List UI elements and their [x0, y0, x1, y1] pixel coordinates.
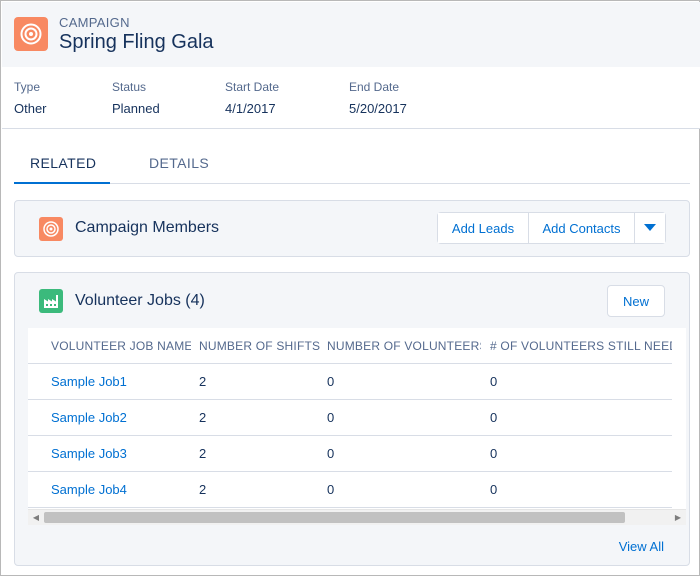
scroll-right-icon[interactable]: ▶: [670, 510, 686, 525]
field-label: Start Date: [225, 80, 280, 94]
highlights-panel: Type Other Status Planned Start Date 4/1…: [2, 67, 700, 129]
campaign-members-card: Campaign Members Add Leads Add Contacts: [14, 200, 690, 257]
object-type-label: CAMPAIGN: [59, 15, 130, 30]
add-contacts-button[interactable]: Add Contacts: [528, 213, 634, 243]
scroll-left-icon[interactable]: ◀: [28, 510, 44, 525]
target-icon: [39, 217, 63, 241]
new-button[interactable]: New: [607, 285, 665, 317]
card-title: Volunteer Jobs (4): [75, 292, 205, 309]
record-header: CAMPAIGN Spring Fling Gala: [2, 2, 700, 67]
job-name-link[interactable]: Sample Job1: [51, 364, 191, 400]
record-page: CAMPAIGN Spring Fling Gala Type Other St…: [0, 0, 700, 576]
job-name-link[interactable]: Sample Job4: [51, 472, 191, 508]
tab-bar: RELATED DETAILS: [14, 141, 690, 184]
chevron-down-icon: [644, 224, 656, 231]
campaign-members-actions: Add Leads Add Contacts: [437, 212, 666, 244]
target-icon: [14, 17, 48, 51]
shifts-cell: 2: [199, 374, 207, 389]
view-all-link[interactable]: View All: [619, 539, 664, 554]
table-row: Sample Job1 2 0 0: [28, 364, 672, 400]
tab-details[interactable]: DETAILS: [149, 141, 209, 184]
field-value: Planned: [112, 101, 160, 116]
column-header[interactable]: VOLUNTEER JOB NAME: [51, 328, 191, 364]
table-row: Sample Job2 2 0 0: [28, 400, 672, 436]
add-leads-button[interactable]: Add Leads: [438, 213, 528, 243]
column-header[interactable]: NUMBER OF SHIFTS: [199, 328, 321, 364]
horizontal-scrollbar[interactable]: ◀ ▶: [28, 509, 686, 525]
field-label: End Date: [349, 80, 400, 94]
table-row: Sample Job4 2 0 0: [28, 472, 672, 508]
column-header[interactable]: # OF VOLUNTEERS STILL NEED...: [490, 328, 672, 364]
volunteers-cell: 0: [327, 446, 335, 461]
still-needed-cell: 0: [490, 374, 498, 389]
table-header-row: VOLUNTEER JOB NAME NUMBER OF SHIFTS NUMB…: [28, 328, 672, 364]
shifts-cell: 2: [199, 482, 207, 497]
scroll-thumb[interactable]: [44, 512, 625, 523]
record-title: Spring Fling Gala: [59, 31, 214, 53]
volunteers-cell: 0: [327, 482, 335, 497]
still-needed-cell: 0: [490, 446, 498, 461]
highlight-start-date: Start Date 4/1/2017: [225, 80, 279, 116]
more-actions-button[interactable]: [634, 213, 665, 243]
shifts-cell: 2: [199, 446, 207, 461]
highlight-status: Status Planned: [112, 80, 160, 116]
field-value: 5/20/2017: [349, 101, 407, 116]
highlight-type: Type Other: [14, 80, 47, 116]
field-label: Type: [14, 80, 41, 94]
job-name-link[interactable]: Sample Job3: [51, 436, 191, 472]
job-name-link[interactable]: Sample Job2: [51, 400, 191, 436]
still-needed-cell: 0: [490, 410, 498, 425]
table-row: Sample Job3 2 0 0: [28, 436, 672, 472]
field-value: 4/1/2017: [225, 101, 276, 116]
still-needed-cell: 0: [490, 482, 498, 497]
volunteer-jobs-table: VOLUNTEER JOB NAME NUMBER OF SHIFTS NUMB…: [28, 328, 686, 525]
field-value: Other: [14, 101, 47, 116]
factory-icon: [39, 289, 63, 313]
volunteers-cell: 0: [327, 410, 335, 425]
tab-related[interactable]: RELATED: [14, 141, 110, 184]
column-header[interactable]: NUMBER OF VOLUNTEERS: [327, 328, 481, 364]
shifts-cell: 2: [199, 410, 207, 425]
volunteers-cell: 0: [327, 374, 335, 389]
field-label: Status: [112, 80, 147, 94]
highlight-end-date: End Date 5/20/2017: [349, 80, 407, 116]
card-title: Campaign Members: [75, 219, 220, 236]
